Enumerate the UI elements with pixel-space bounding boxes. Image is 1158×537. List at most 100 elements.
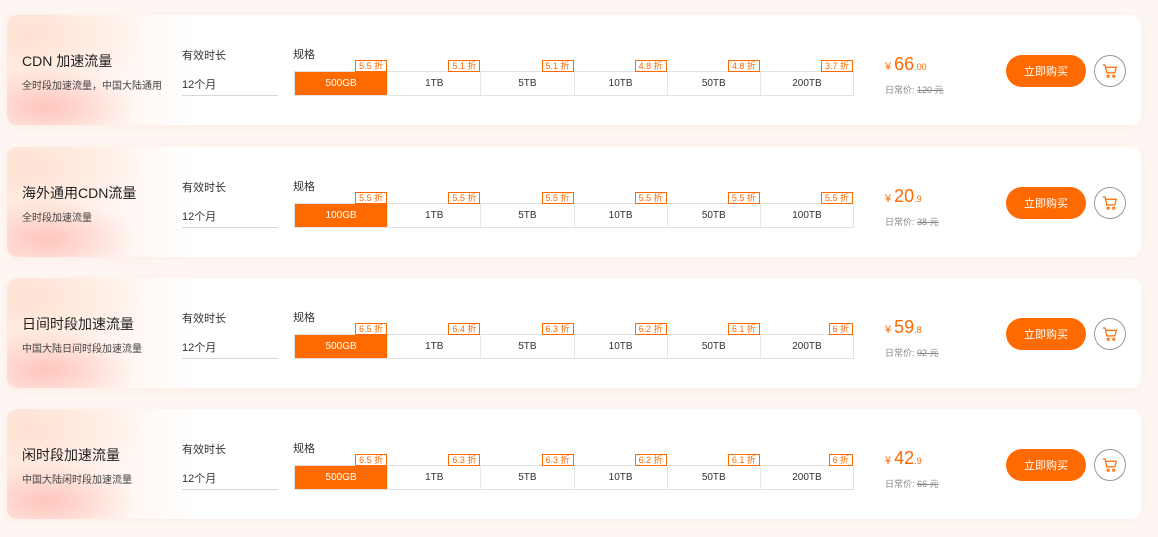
spec-option[interactable]: 4.8 折 10TB: [573, 60, 667, 95]
product-name: 日间时段加速流量: [22, 316, 134, 332]
spec-option-label: 100GB: [325, 210, 357, 221]
spec-option-label: 10TB: [608, 341, 633, 352]
spec-option[interactable]: 5.5 折 50TB: [666, 192, 760, 227]
original-price: 日常价: 120 元: [885, 83, 944, 96]
shopping-cart-icon: [1102, 458, 1117, 472]
spec-option[interactable]: 5.5 折 1TB: [387, 192, 481, 227]
spec-option-label: 1TB: [425, 210, 444, 221]
product-description: 全时段加速流量，中国大陆通用: [22, 81, 162, 92]
add-to-cart-button[interactable]: [1094, 449, 1126, 481]
spec-option-label: 5TB: [518, 341, 537, 352]
price-decimal: .00: [914, 62, 927, 72]
original-price-value: 66 元: [917, 479, 939, 489]
spec-option[interactable]: 6.2 折 10TB: [573, 323, 667, 358]
discount-badge: 6.3 折: [541, 323, 574, 335]
spec-option-label: 50TB: [701, 210, 726, 221]
spec-option-label: 10TB: [608, 210, 633, 221]
spec-options: 6.5 折 500GB 6.3 折 1TB 6.3 折 5TB 6.2 折 10TB 6…: [294, 454, 854, 490]
original-price-value: 38 元: [917, 217, 939, 227]
spec-options: 5.5 折 100GB 5.5 折 1TB 5.5 折 5TB 5.5 折 10TB 5…: [294, 192, 854, 228]
product-card-daytime: 日间时段加速流量 中国大陆日间时段加速流量 有效时长 12个月 规格 6.5 折…: [7, 278, 1141, 388]
original-price-value: 92 元: [917, 348, 939, 358]
spec-option[interactable]: 5.5 折 100GB: [295, 192, 388, 227]
discount-badge: 6.3 折: [448, 454, 481, 466]
add-to-cart-button[interactable]: [1094, 318, 1126, 350]
discount-badge: 4.8 折: [727, 60, 760, 72]
spec-label: 规格: [293, 181, 315, 193]
spec-option[interactable]: 6.3 折 5TB: [480, 323, 574, 358]
discount-badge: 5.5 折: [634, 192, 667, 204]
spec-option-label: 500GB: [325, 341, 357, 352]
spec-option[interactable]: 6.5 折 500GB: [295, 454, 388, 489]
discount-badge: 6.2 折: [634, 454, 667, 466]
discount-badge: 5.5 折: [355, 60, 388, 72]
spec-option[interactable]: 5.1 折 5TB: [480, 60, 574, 95]
spec-option-label: 500GB: [325, 472, 357, 483]
product-card-overseas-cdn: 海外通用CDN流量 全时段加速流量 有效时长 12个月 规格 5.5 折 100G…: [7, 147, 1141, 257]
product-name: 海外通用CDN流量: [22, 185, 137, 201]
duration-select[interactable]: 12个月: [182, 208, 278, 228]
spec-option-label: 5TB: [518, 78, 537, 89]
spec-option[interactable]: 3.7 折 200TB: [759, 60, 854, 95]
spec-option[interactable]: 6 折 200TB: [759, 323, 854, 358]
discount-badge: 6.2 折: [634, 323, 667, 335]
spec-option-label: 200TB: [792, 341, 822, 352]
duration-label: 有效时长: [182, 313, 226, 325]
price: ¥20.9: [885, 186, 922, 207]
spec-option[interactable]: 5.5 折 10TB: [573, 192, 667, 227]
product-card-idle-time: 闲时段加速流量 中国大陆闲时段加速流量 有效时长 12个月 规格 6.5 折 50…: [7, 409, 1141, 519]
discount-badge: 3.7 折: [821, 60, 854, 72]
duration-select[interactable]: 12个月: [182, 339, 278, 359]
product-name: CDN 加速流量: [22, 53, 113, 69]
spec-option[interactable]: 4.8 折 50TB: [666, 60, 760, 95]
spec-option[interactable]: 6.1 折 50TB: [666, 323, 760, 358]
product-description: 中国大陆闲时段加速流量: [22, 475, 132, 486]
discount-badge: 6.4 折: [448, 323, 481, 335]
duration-label: 有效时长: [182, 444, 226, 456]
spec-option[interactable]: 5.5 折 500GB: [295, 60, 388, 95]
spec-option[interactable]: 6.2 折 10TB: [573, 454, 667, 489]
buy-now-button[interactable]: 立即购买: [1006, 449, 1086, 481]
price: ¥59.8: [885, 317, 922, 338]
buy-now-button[interactable]: 立即购买: [1006, 318, 1086, 350]
buy-now-button[interactable]: 立即购买: [1006, 55, 1086, 87]
shopping-cart-icon: [1102, 327, 1117, 341]
price-decimal: .9: [914, 194, 922, 204]
discount-badge: 4.8 折: [634, 60, 667, 72]
spec-option[interactable]: 5.1 折 1TB: [387, 60, 481, 95]
add-to-cart-button[interactable]: [1094, 187, 1126, 219]
spec-option[interactable]: 6.5 折 500GB: [295, 323, 388, 358]
spec-option[interactable]: 6 折 200TB: [759, 454, 854, 489]
product-card-cdn: CDN 加速流量 全时段加速流量，中国大陆通用 有效时长 12个月 规格 5.5…: [7, 15, 1141, 125]
spec-option[interactable]: 6.4 折 1TB: [387, 323, 481, 358]
spec-option-label: 200TB: [792, 78, 822, 89]
spec-options: 5.5 折 500GB 5.1 折 1TB 5.1 折 5TB 4.8 折 10TB 4…: [294, 60, 854, 96]
spec-option[interactable]: 6.3 折 1TB: [387, 454, 481, 489]
spec-option-label: 10TB: [608, 472, 633, 483]
price-integer: 59: [894, 317, 915, 337]
original-price: 日常价: 92 元: [885, 346, 939, 359]
original-price-label: 日常价:: [885, 85, 915, 95]
spec-option[interactable]: 6.1 折 50TB: [666, 454, 760, 489]
discount-badge: 5.5 折: [448, 192, 481, 204]
spec-label: 规格: [293, 312, 315, 324]
currency-symbol: ¥: [885, 193, 892, 205]
duration-select[interactable]: 12个月: [182, 470, 278, 490]
add-to-cart-button[interactable]: [1094, 55, 1126, 87]
shopping-cart-icon: [1102, 196, 1117, 210]
price-decimal: .8: [914, 325, 922, 335]
discount-badge: 6 折: [828, 454, 854, 466]
spec-option[interactable]: 5.5 折 100TB: [759, 192, 854, 227]
buy-now-button[interactable]: 立即购买: [1006, 187, 1086, 219]
product-name: 闲时段加速流量: [22, 447, 120, 463]
spec-option[interactable]: 6.3 折 5TB: [480, 454, 574, 489]
spec-option-label: 50TB: [701, 78, 726, 89]
discount-badge: 5.1 折: [448, 60, 481, 72]
discount-badge: 6.5 折: [355, 454, 388, 466]
currency-symbol: ¥: [885, 61, 892, 73]
duration-label: 有效时长: [182, 182, 226, 194]
currency-symbol: ¥: [885, 455, 892, 467]
duration-select[interactable]: 12个月: [182, 76, 278, 96]
price: ¥42.9: [885, 448, 922, 469]
spec-option[interactable]: 5.5 折 5TB: [480, 192, 574, 227]
